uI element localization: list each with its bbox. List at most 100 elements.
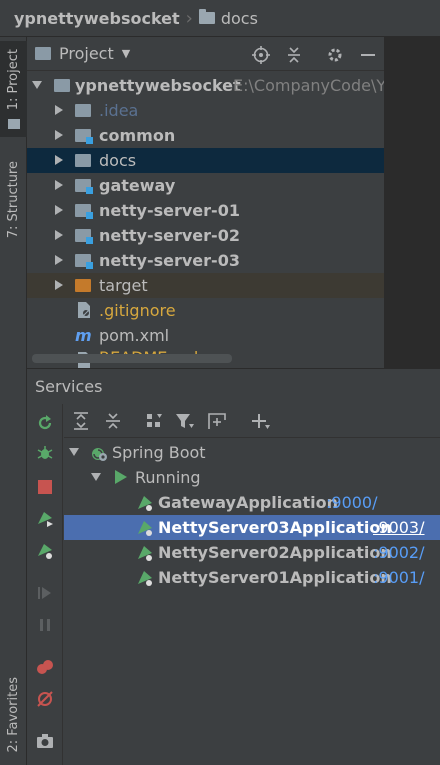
tree-item-common[interactable]: common xyxy=(27,123,384,148)
service-name: NettyServer01Application xyxy=(158,568,392,587)
chevron-right-icon[interactable] xyxy=(55,130,63,140)
project-header: Project ▼ xyxy=(27,37,384,71)
tree-item-netty-server-02[interactable]: netty-server-02 xyxy=(27,223,384,248)
tree-item-docs[interactable]: docs xyxy=(27,148,384,173)
spring-boot-label: Spring Boot xyxy=(112,443,206,462)
spring-app-icon xyxy=(138,571,152,586)
service-gateway[interactable]: GatewayApplication :9000/ xyxy=(64,490,440,515)
chevron-down-icon[interactable] xyxy=(69,448,79,456)
tree-item-pom[interactable]: m pom.xml xyxy=(27,323,384,348)
breadcrumb: ypnettywebsocket › docs xyxy=(0,0,440,37)
tree-item-label: .idea xyxy=(99,101,139,120)
new-tab-icon[interactable] xyxy=(206,410,228,432)
service-port-link[interactable]: :9003/ xyxy=(373,518,425,537)
horizontal-scrollbar[interactable] xyxy=(32,354,232,363)
folder-icon xyxy=(198,9,215,24)
expand-all-icon[interactable] xyxy=(70,410,92,432)
deploy-icon[interactable] xyxy=(36,510,54,528)
tree-item-target[interactable]: target xyxy=(27,273,384,298)
gitignore-file-icon xyxy=(78,302,90,318)
collapse-all-icon[interactable] xyxy=(102,410,124,432)
folder-icon xyxy=(75,154,91,167)
project-panel: Project ▼ ypnettywebsocket E:\CompanyCod… xyxy=(27,37,407,368)
service-netty-server-03[interactable]: NettyServer03Application :9003/ xyxy=(64,515,440,540)
chevron-down-icon[interactable] xyxy=(32,81,42,89)
service-name: NettyServer03Application xyxy=(158,518,392,537)
module-folder-icon xyxy=(75,129,93,144)
add-service-icon[interactable] xyxy=(250,410,272,432)
services-tree: Spring Boot Running GatewayApplication :… xyxy=(64,438,440,765)
project-folder-icon xyxy=(54,79,70,92)
gear-icon[interactable] xyxy=(325,45,345,65)
filter-icon[interactable] xyxy=(174,410,196,432)
tree-item-label: docs xyxy=(99,151,137,170)
spring-debug-icon[interactable] xyxy=(36,542,54,560)
pause-icon[interactable] xyxy=(36,616,54,634)
tree-root[interactable]: ypnettywebsocket E:\CompanyCode\Y xyxy=(27,73,387,98)
tree-item-idea[interactable]: .idea xyxy=(27,98,384,123)
collapse-all-icon[interactable] xyxy=(284,45,304,65)
module-folder-icon xyxy=(75,254,93,269)
tab-structure-label: 7: Structure xyxy=(6,161,21,239)
chevron-right-icon[interactable] xyxy=(55,155,63,165)
tree-item-label: pom.xml xyxy=(99,326,170,345)
project-view-selector[interactable]: Project ▼ xyxy=(35,44,130,63)
service-port-link[interactable]: :9000/ xyxy=(326,493,378,512)
module-folder-icon xyxy=(75,179,93,194)
chevron-right-icon[interactable] xyxy=(55,105,63,115)
maven-icon: m xyxy=(75,326,92,345)
resume-icon[interactable] xyxy=(36,584,54,602)
tree-item-label: target xyxy=(99,276,148,295)
service-netty-server-02[interactable]: NettyServer02Application :9002/ xyxy=(64,540,440,565)
service-netty-server-01[interactable]: NettyServer01Application :9001/ xyxy=(64,565,440,590)
services-title: Services xyxy=(35,377,103,396)
tree-item-netty-server-03[interactable]: netty-server-03 xyxy=(27,248,384,273)
module-folder-icon xyxy=(75,229,93,244)
tab-favorites[interactable]: 2: Favorites xyxy=(0,665,27,765)
project-title: Project xyxy=(59,44,114,63)
group-by-icon[interactable] xyxy=(144,410,166,432)
breadcrumb-folder[interactable]: docs xyxy=(221,9,258,28)
tab-favorites-label: 2: Favorites xyxy=(6,677,21,753)
tree-item-netty-server-01[interactable]: netty-server-01 xyxy=(27,198,384,223)
tree-item-label: netty-server-01 xyxy=(99,201,240,220)
root-path: E:\CompanyCode\Y xyxy=(233,76,387,95)
breadcrumb-project[interactable]: ypnettywebsocket xyxy=(14,9,180,28)
locate-icon[interactable] xyxy=(251,45,271,65)
services-actions xyxy=(27,404,63,765)
chevron-down-icon[interactable] xyxy=(91,473,101,481)
tree-item-gitignore[interactable]: .gitignore xyxy=(27,298,384,323)
rerun-icon[interactable] xyxy=(36,414,54,432)
tree-item-label: netty-server-03 xyxy=(99,251,240,270)
mute-breakpoints-icon[interactable] xyxy=(36,690,54,708)
tree-item-spring-boot[interactable]: Spring Boot xyxy=(64,440,440,465)
root-name: ypnettywebsocket xyxy=(75,76,241,95)
debug-icon[interactable] xyxy=(36,444,54,462)
chevron-right-icon[interactable] xyxy=(55,180,63,190)
tree-item-label: netty-server-02 xyxy=(99,226,240,245)
left-tool-strip: 1: Project 7: Structure 2: Favorites xyxy=(0,37,27,765)
tree-item-running[interactable]: Running xyxy=(64,465,440,490)
tree-item-label: .gitignore xyxy=(99,301,176,320)
service-port-link[interactable]: :9001/ xyxy=(373,568,425,587)
tree-item-label: gateway xyxy=(99,176,176,195)
spring-boot-icon xyxy=(92,448,107,461)
chevron-right-icon[interactable] xyxy=(55,205,63,215)
tab-structure[interactable]: 7: Structure xyxy=(0,145,27,255)
chevron-down-icon: ▼ xyxy=(121,47,131,60)
tab-project[interactable]: 1: Project xyxy=(0,41,27,137)
service-port-link[interactable]: :9002/ xyxy=(373,543,425,562)
stop-icon[interactable] xyxy=(36,478,54,496)
folder-icon xyxy=(75,104,91,117)
chevron-right-icon[interactable] xyxy=(55,255,63,265)
chevron-right-icon[interactable] xyxy=(55,280,63,290)
tree-item-gateway[interactable]: gateway xyxy=(27,173,384,198)
breakpoints-icon[interactable] xyxy=(36,658,54,676)
tab-project-label: 1: Project xyxy=(6,49,21,111)
spring-app-icon xyxy=(138,521,152,536)
chevron-right-icon[interactable] xyxy=(55,230,63,240)
camera-icon[interactable] xyxy=(36,732,54,750)
service-name: GatewayApplication xyxy=(158,493,338,512)
module-folder-icon xyxy=(75,204,93,219)
minimize-icon[interactable] xyxy=(358,45,378,65)
